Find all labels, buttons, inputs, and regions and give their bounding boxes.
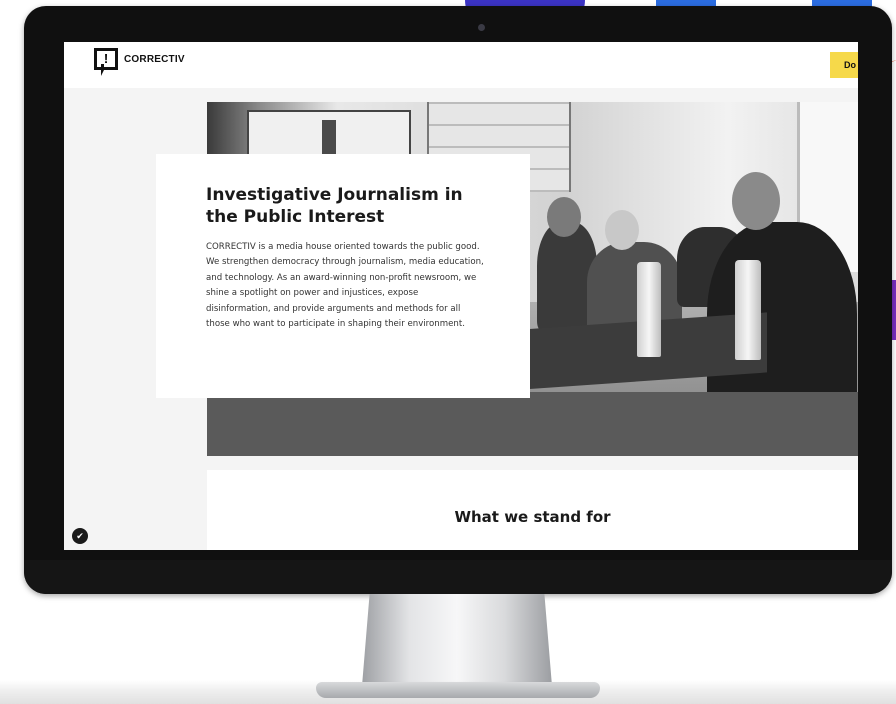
monitor-chin: [24, 560, 892, 594]
hero-person-head: [732, 172, 780, 230]
site-header: ! CORRECTIV Do: [64, 42, 858, 88]
hero-text-card: Investigative Journalism in the Public I…: [156, 154, 530, 398]
hero-bottle: [637, 262, 661, 357]
monitor-stand: [362, 594, 552, 686]
browser-viewport[interactable]: ! CORRECTIV Do Investigative Journalism …: [64, 42, 858, 550]
shield-check-icon[interactable]: ✔: [72, 528, 88, 544]
donate-button[interactable]: Do: [830, 52, 858, 78]
monitor-stand-base: [316, 682, 600, 698]
values-section: What we stand for: [207, 470, 858, 550]
speech-bubble-exclamation-icon: !: [94, 48, 118, 76]
camera-icon: [478, 24, 485, 31]
site-logo[interactable]: ! CORRECTIV: [94, 48, 185, 76]
hero-description: CORRECTIV is a media house oriented towa…: [206, 242, 484, 330]
section-heading: What we stand for: [454, 508, 611, 526]
hero-poster-mark: [322, 120, 336, 158]
logo-glyph: !: [103, 51, 109, 66]
hero-bottle: [735, 260, 761, 360]
logo-text: CORRECTIV: [124, 53, 185, 65]
hero-person-head: [605, 210, 639, 250]
hero-title: Investigative Journalism in the Public I…: [206, 185, 463, 227]
hero-person-head: [547, 197, 581, 237]
hero-floor: [207, 392, 858, 456]
